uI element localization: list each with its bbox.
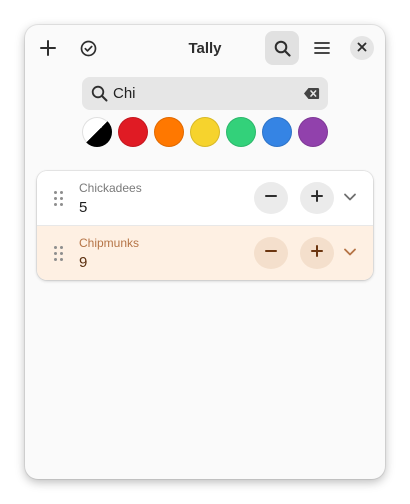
counter-value: 9 (79, 254, 88, 271)
selection-mode-button[interactable] (71, 31, 105, 65)
hamburger-menu-icon (314, 41, 330, 55)
header-bar: Tally (25, 25, 385, 71)
expand-chevron-icon[interactable] (343, 190, 357, 209)
plus-icon (40, 40, 56, 56)
counter-row[interactable]: Chickadees 5 (37, 171, 373, 226)
color-filter-green[interactable] (226, 117, 256, 147)
increment-button[interactable] (300, 237, 334, 269)
counter-row[interactable]: Chipmunks 9 (37, 226, 373, 280)
plus-icon (311, 189, 323, 207)
close-icon (357, 39, 367, 57)
increment-button[interactable] (300, 182, 334, 214)
drag-handle-icon[interactable] (51, 243, 67, 263)
minus-icon (265, 244, 277, 262)
search-bar (82, 77, 328, 110)
counter-name: Chipmunks (79, 236, 140, 250)
search-icon (91, 85, 108, 107)
color-filter-orange[interactable] (154, 117, 184, 147)
minus-icon (265, 189, 277, 207)
decrement-button[interactable] (254, 182, 288, 214)
plus-icon (311, 244, 323, 262)
decrement-button[interactable] (254, 237, 288, 269)
add-counter-button[interactable] (31, 31, 65, 65)
close-button[interactable] (350, 36, 374, 60)
app-window: Tally Chi Chickadees 5 Chipmunks 9 (25, 25, 385, 479)
expand-chevron-icon[interactable] (343, 245, 357, 264)
color-filter-all[interactable] (82, 117, 112, 147)
counter-name: Chickadees (79, 181, 142, 195)
search-input[interactable] (113, 81, 293, 106)
color-filter-yellow[interactable] (190, 117, 220, 147)
main-menu-button[interactable] (305, 31, 339, 65)
search-icon (274, 40, 291, 57)
drag-handle-icon[interactable] (51, 188, 67, 208)
check-circle-icon (80, 40, 97, 57)
clear-search-icon[interactable] (303, 85, 320, 107)
counter-list: Chickadees 5 Chipmunks 9 (37, 171, 373, 280)
search-toggle-button[interactable] (265, 31, 299, 65)
color-filter-red[interactable] (118, 117, 148, 147)
color-filter-purple[interactable] (298, 117, 328, 147)
counter-value: 5 (79, 199, 88, 216)
color-filter-blue[interactable] (262, 117, 292, 147)
